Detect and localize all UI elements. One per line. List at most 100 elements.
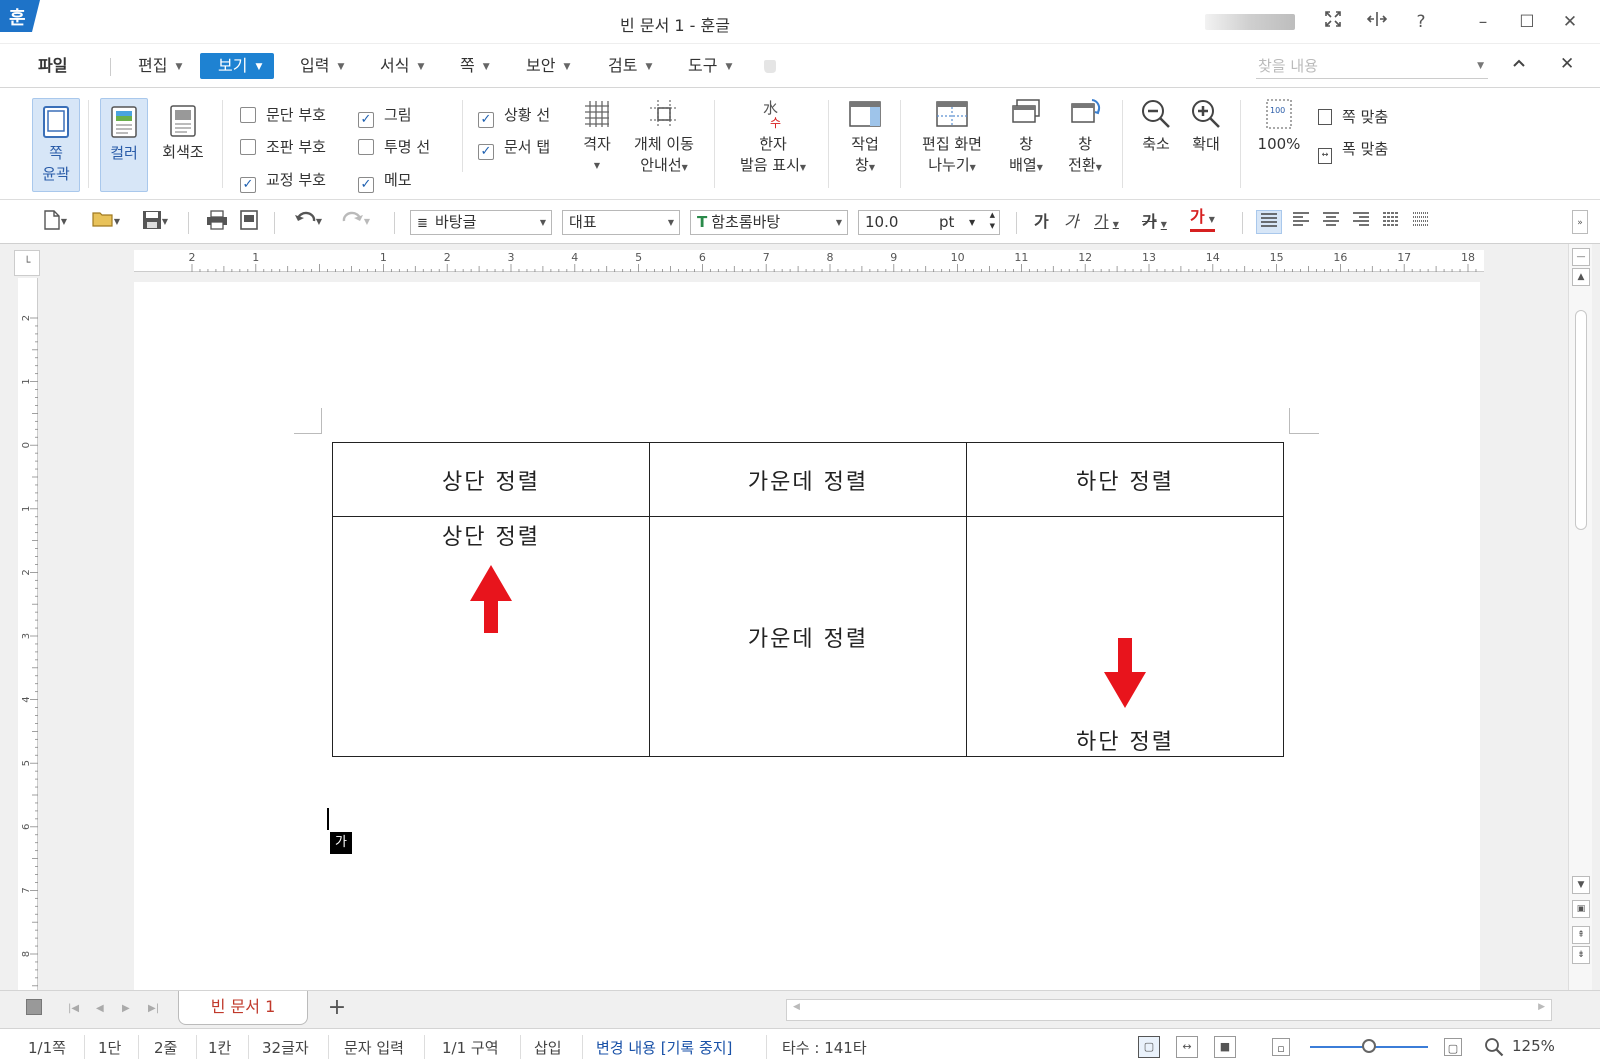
zoom-level[interactable]: 125% [1512,1037,1555,1055]
chevron-down-icon[interactable]: ▼ [969,211,975,234]
table-cell-bottom-aligned[interactable]: 하단 정렬 [966,516,1284,757]
menu-format[interactable]: 서식 ▼ [376,53,428,79]
switch-window-button[interactable]: 창 전환▼ [1060,98,1110,178]
zoom-out-button[interactable]: 축소 [1134,98,1178,155]
new-document-icon[interactable]: ▼ [38,210,72,234]
menu-file[interactable]: 파일 [34,53,71,79]
print-preview-icon[interactable] [236,210,262,234]
checkbox-box[interactable] [240,139,256,155]
menu-review[interactable]: 검토 ▼ [604,53,656,79]
split-align-icon[interactable] [1408,210,1434,234]
minimize-icon[interactable]: – [1470,10,1496,34]
checkbox-transparent-lines[interactable]: 투명 선 [358,136,430,158]
checkbox-status-line[interactable]: ✓ 상황 선 [478,104,550,128]
language-select[interactable]: 대표 ▼ [562,210,680,235]
page-outline-button[interactable]: 쪽 윤곽 [32,98,80,192]
status-insert-mode[interactable]: 삽입 [534,1037,562,1058]
last-tab-icon[interactable]: ▶| [148,1003,159,1014]
next-tab-icon[interactable]: ▶ [122,1003,130,1014]
chevron-down-icon[interactable]: ▼ [1477,53,1484,79]
checkbox-pictures[interactable]: ✓ 그림 [358,104,412,128]
help-icon[interactable]: ? [1408,10,1434,34]
full-view-icon[interactable]: ■ [1214,1036,1236,1058]
checkbox-document-tabs[interactable]: ✓ 문서 탭 [478,136,550,160]
scroll-right-icon[interactable]: ▶ [1538,1002,1545,1012]
prev-page-icon[interactable]: ⇞ [1572,926,1590,944]
task-pane-button[interactable]: 작업 창▼ [840,98,890,178]
redo-icon[interactable]: ▼ [336,210,376,234]
grid-button[interactable]: 격자 ▼ [576,98,618,176]
checkbox-memo[interactable]: ✓ 메모 [358,169,412,193]
split-icon[interactable] [1364,10,1390,34]
hand-icon[interactable] [760,57,780,75]
scroll-left-icon[interactable]: ◀ [793,1002,800,1012]
vertical-ruler[interactable]: 2 1 0 1 2 3 4 5 6 7 8 [18,278,38,990]
checkbox-box[interactable]: ✓ [240,177,256,193]
print-icon[interactable] [204,210,230,234]
maximize-icon[interactable]: ☐ [1514,10,1540,34]
document-page[interactable]: 상단 정렬 가운데 정렬 하단 정렬 상단 정렬 가운데 정렬 하단 정렬 가 [134,282,1480,990]
user-account[interactable] [1205,14,1295,30]
font-size-input[interactable]: 10.0 pt ▼ ▲ ▼ [858,210,1000,235]
font-select[interactable]: T 함초롬바탕 ▼ [690,210,848,235]
table-cell[interactable]: 상단 정렬 [332,442,650,517]
next-page-icon[interactable]: ⇟ [1572,946,1590,964]
table-cell-top-aligned[interactable]: 상단 정렬 [332,516,650,757]
checkbox-control-codes[interactable]: 조판 부호 [240,136,326,158]
status-page[interactable]: 1/1쪽 [28,1037,66,1058]
zoom-in-button[interactable]: 확대 [1184,98,1228,155]
checkbox-paragraph-marks[interactable]: 문단 부호 [240,104,326,126]
status-track-changes[interactable]: 변경 내용 [기록 중지] [596,1037,732,1058]
tab-type-icon[interactable]: └ [14,250,40,276]
font-color-button[interactable]: 가 ▼ [1190,208,1215,232]
fit-width-button[interactable]: ↔ 폭 맞춤 [1318,138,1388,164]
table-cell-center-aligned[interactable]: 가운데 정렬 [649,516,967,757]
first-tab-icon[interactable]: |◀ [68,1003,79,1014]
zoom-slider-thumb[interactable] [1362,1039,1376,1053]
scroll-thumb[interactable] [1575,310,1587,530]
web-view-icon[interactable]: ↔ [1176,1036,1198,1058]
save-icon[interactable]: ▼ [136,210,174,234]
page-view-icon[interactable]: ▢ [1138,1036,1160,1058]
spinner-icon[interactable]: ▲ ▼ [990,210,995,232]
expand-icon[interactable] [1320,10,1346,34]
menu-tools[interactable]: 도구 ▼ [684,53,736,79]
scroll-down-icon[interactable]: ▼ [1572,876,1590,894]
checkbox-proofreading-marks[interactable]: ✓ 교정 부호 [240,169,326,193]
add-tab-button[interactable]: + [320,995,354,1023]
checkbox-box[interactable] [358,139,374,155]
align-left-icon[interactable] [1288,210,1314,234]
vertical-scrollbar[interactable]: — ▲ ▼ ▣ ⇞ ⇟ [1568,244,1592,990]
checkbox-box[interactable]: ✓ [358,112,374,128]
grayscale-button[interactable]: 회색조 [156,98,210,192]
checkbox-box[interactable]: ✓ [358,177,374,193]
strikethrough-button[interactable]: 가 ▼ [1142,208,1167,232]
align-right-icon[interactable] [1348,210,1374,234]
horizontal-scrollbar[interactable]: ◀ ▶ [786,999,1552,1021]
object-guide-button[interactable]: 개체 이동 안내선▼ [626,98,702,178]
menu-insert[interactable]: 입력 ▼ [296,53,348,79]
menu-edit[interactable]: 편집 ▼ [134,53,186,79]
layout-icon[interactable] [26,999,42,1015]
menu-security[interactable]: 보안 ▼ [522,53,574,79]
color-view-button[interactable]: 컬러 [100,98,148,192]
zoom-100-button[interactable]: 100 100% [1252,98,1306,155]
open-folder-icon[interactable]: ▼ [86,210,126,234]
zoom-icon[interactable] [1484,1037,1504,1061]
hanja-pronunciation-button[interactable]: 水수 한자 발음 표시▼ [728,98,818,178]
document-tab[interactable]: 빈 문서 1 [178,991,308,1025]
italic-button[interactable]: 가 [1064,208,1079,232]
status-input-mode[interactable]: 문자 입력 [344,1037,404,1058]
zoom-fit-icon[interactable]: ▫ [1272,1038,1290,1056]
table-cell[interactable]: 가운데 정렬 [649,442,967,517]
align-justify-icon[interactable] [1256,210,1282,234]
checkbox-box[interactable] [240,107,256,123]
horizontal-ruler[interactable]: 2 1 1 2 3 4 5 6 7 8 9 10 11 12 13 14 15 16 17 18 [134,250,1484,272]
scroll-up-icon[interactable]: ▲ [1572,268,1590,286]
toolbar-expand-icon[interactable]: » [1572,210,1588,234]
close-icon[interactable]: ✕ [1557,10,1583,34]
zoom-page-icon[interactable]: ▢ [1444,1038,1462,1056]
underline-button[interactable]: 가 ▼ [1094,208,1119,232]
page-nav-icon[interactable]: ▣ [1572,900,1590,918]
menu-view[interactable]: 보기 ▼ [200,53,275,79]
